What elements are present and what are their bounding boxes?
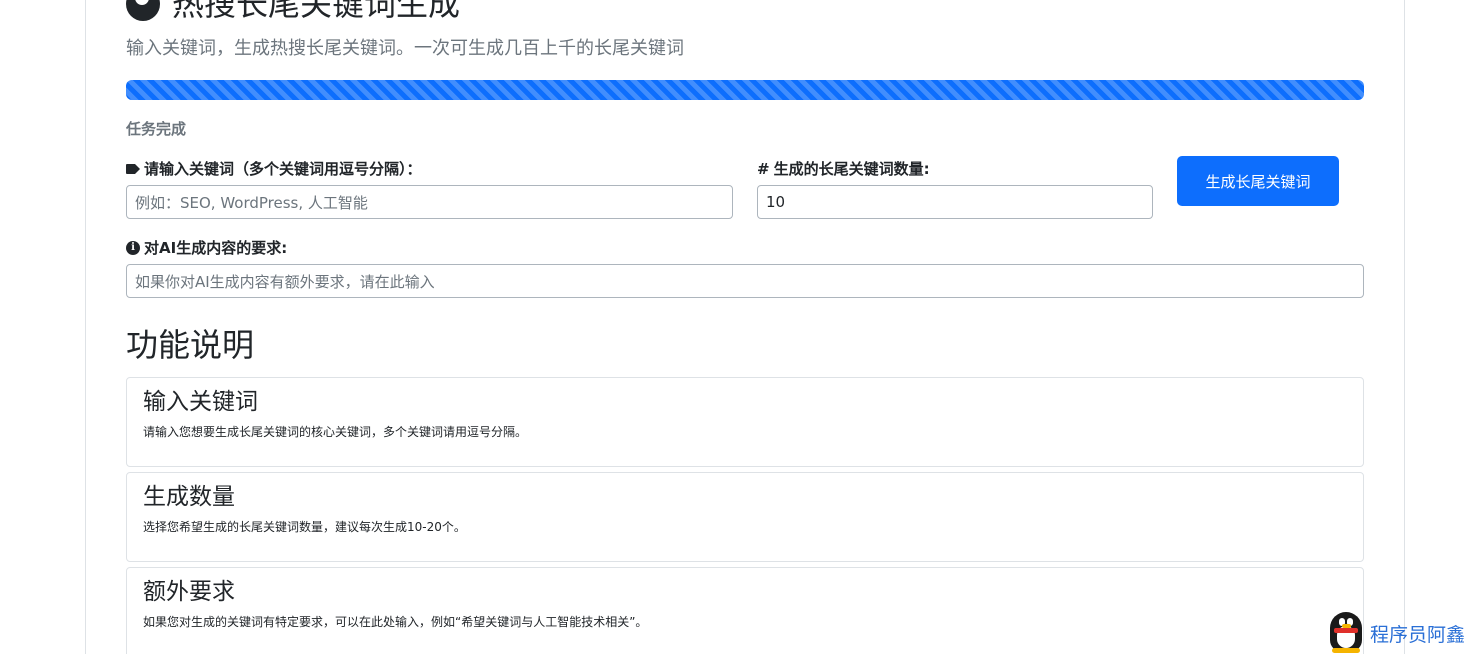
requirements-label-text: 对AI生成内容的要求: — [144, 239, 288, 257]
feature-card-count: 生成数量 选择您希望生成的长尾关键词数量，建议每次生成10-20个。 — [126, 472, 1364, 562]
tag-icon — [126, 163, 140, 175]
hash-icon: # — [757, 159, 770, 178]
info-icon: i — [126, 240, 140, 255]
watermark: 程序员阿鑫 — [1326, 612, 1465, 654]
requirements-input[interactable]: 如果你对AI生成内容有额外要求，请在此输入 — [126, 264, 1364, 298]
feature-card-text: 请输入您想要生成长尾关键词的核心关键词，多个关键词请用逗号分隔。 — [143, 425, 528, 439]
watermark-text: 程序员阿鑫 — [1370, 623, 1466, 646]
count-label-text: 生成的长尾关键词数量: — [773, 160, 930, 178]
page: 热搜长尾关键词生成 输入关键词，生成热搜长尾关键词。一次可生成几百上千的长尾关键… — [0, 0, 1477, 654]
feature-card-title: 生成数量 — [143, 484, 235, 510]
page-title-text: 热搜长尾关键词生成 — [172, 0, 461, 23]
feature-card-title: 输入关键词 — [143, 389, 258, 415]
keywords-input[interactable]: 例如：SEO, WordPress, 人工智能 — [126, 185, 733, 219]
status-text: 任务完成 — [126, 120, 187, 138]
requirements-placeholder: 如果你对AI生成内容有额外要求，请在此输入 — [135, 272, 435, 291]
progress-fill — [126, 80, 1364, 100]
features-title: 功能说明 — [126, 326, 255, 364]
count-value: 10 — [766, 193, 786, 211]
generate-button[interactable]: 生成长尾关键词 — [1177, 156, 1339, 206]
feature-card-text: 如果您对生成的关键词有特定要求，可以在此处输入，例如“希望关键词与人工智能技术相… — [143, 615, 648, 629]
feature-card-text: 选择您希望生成的长尾关键词数量，建议每次生成10-20个。 — [143, 520, 466, 534]
feature-card-title: 额外要求 — [143, 579, 235, 605]
qq-penguin-icon — [1326, 612, 1366, 654]
progress-bar — [126, 80, 1364, 100]
feature-card-requirements: 额外要求 如果您对生成的关键词有特定要求，可以在此处输入，例如“希望关键词与人工… — [126, 567, 1364, 654]
feature-card-keywords: 输入关键词 请输入您想要生成长尾关键词的核心关键词，多个关键词请用逗号分隔。 — [126, 377, 1364, 467]
circle-icon — [126, 0, 160, 21]
keywords-placeholder: 例如：SEO, WordPress, 人工智能 — [135, 193, 368, 212]
page-title: 热搜长尾关键词生成 — [126, 0, 460, 24]
requirements-label: i 对AI生成内容的要求: — [126, 237, 287, 258]
page-subtitle: 输入关键词，生成热搜长尾关键词。一次可生成几百上千的长尾关键词 — [126, 38, 684, 59]
keywords-label-text: 请输入关键词（多个关键词用逗号分隔）： — [144, 160, 422, 178]
keywords-label: 请输入关键词（多个关键词用逗号分隔）： — [126, 158, 422, 179]
count-input[interactable]: 10 — [757, 185, 1153, 219]
count-label: # 生成的长尾关键词数量: — [757, 158, 930, 179]
